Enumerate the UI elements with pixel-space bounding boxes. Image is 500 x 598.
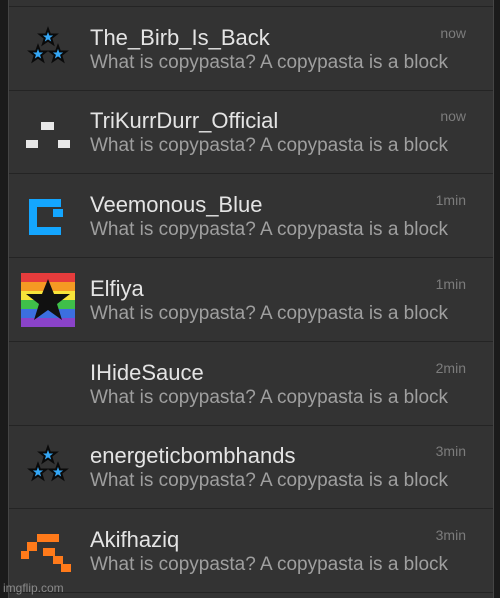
message-preview: What is copypasta? A copypasta is a bloc… xyxy=(90,470,449,491)
message-time: now xyxy=(440,108,466,124)
message-row[interactable]: Elfiya What is copypasta? A copypasta is… xyxy=(9,258,493,342)
message-time: 2min xyxy=(435,360,466,376)
message-row[interactable]: IHideSauce What is copypasta? A copypast… xyxy=(9,342,493,426)
message-row[interactable]: energeticbombhands What is copypasta? A … xyxy=(9,425,493,509)
message-row[interactable]: TriKurrDurr_Official What is copypasta? … xyxy=(9,90,493,174)
blank-avatar xyxy=(21,357,75,411)
message-username: Veemonous_Blue xyxy=(90,192,263,217)
orange-pixel-icon xyxy=(21,524,75,578)
watermark: imgflip.com xyxy=(3,581,64,595)
message-username: energeticbombhands xyxy=(90,443,296,468)
message-preview: What is copypasta? A copypasta is a bloc… xyxy=(90,303,449,324)
message-time: now xyxy=(440,25,466,41)
message-row[interactable]: Veemonous_Blue What is copypasta? A copy… xyxy=(9,174,493,258)
rainbow-star-icon xyxy=(21,273,75,327)
message-username: IHideSauce xyxy=(90,360,204,385)
blue-star-triangle-icon xyxy=(21,440,75,494)
message-preview: What is copypasta? A copypasta is a bloc… xyxy=(90,219,449,240)
white-pixel-face-icon xyxy=(21,105,75,159)
message-time: 1min xyxy=(435,276,466,292)
message-time: 1min xyxy=(435,192,466,208)
message-time: 3min xyxy=(435,443,466,459)
message-row[interactable]: Akifhaziq What is copypasta? A copypasta… xyxy=(9,509,493,593)
message-preview: What is copypasta? A copypasta is a bloc… xyxy=(90,52,449,73)
message-preview: What is copypasta? A copypasta is a bloc… xyxy=(90,554,449,575)
message-row[interactable]: The_Birb_Is_Back What is copypasta? A co… xyxy=(9,6,493,91)
message-time: 3min xyxy=(435,527,466,543)
message-username: TriKurrDurr_Official xyxy=(90,108,279,133)
message-username: Akifhaziq xyxy=(90,527,180,552)
message-username: Elfiya xyxy=(90,276,144,301)
message-preview: What is copypasta? A copypasta is a bloc… xyxy=(90,135,449,156)
message-list: The_Birb_Is_Back What is copypasta? A co… xyxy=(8,0,494,598)
blue-pixel-logo-icon xyxy=(21,189,75,243)
message-username: The_Birb_Is_Back xyxy=(90,25,270,50)
message-preview: What is copypasta? A copypasta is a bloc… xyxy=(90,387,449,408)
blue-star-triangle-icon xyxy=(21,22,75,76)
